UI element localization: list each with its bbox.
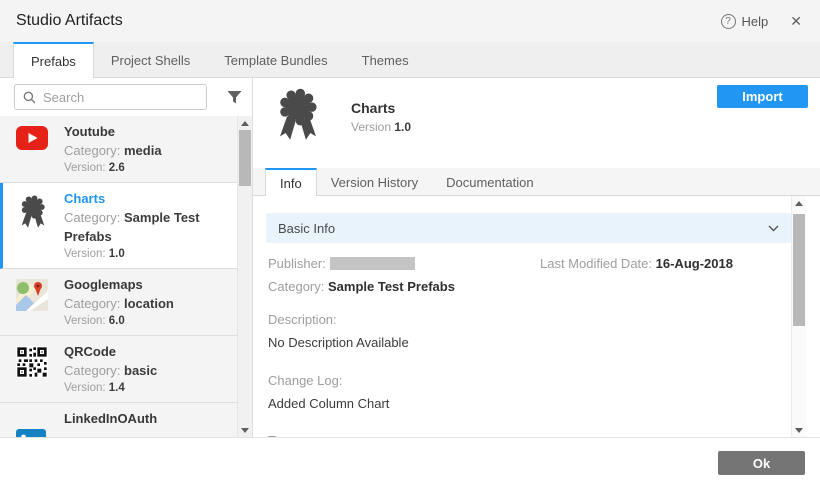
chevron-down-icon: [768, 225, 779, 232]
description-value: No Description Available: [268, 335, 789, 351]
help-icon: ?: [721, 14, 736, 29]
description-label: Description:: [268, 312, 789, 328]
tab-template-bundles[interactable]: Template Bundles: [207, 42, 344, 77]
category-value: Sample Test Prefabs: [328, 279, 455, 294]
detail-scrollbar[interactable]: [791, 196, 806, 437]
last-modified-label: Last Modified Date:: [540, 256, 652, 271]
changelog-label: Change Log:: [268, 373, 789, 389]
tab-documentation[interactable]: Documentation: [432, 168, 547, 195]
detail-version: Version 1.0: [351, 120, 411, 134]
studio-artifacts-dialog: Studio Artifacts ? Help ✕ Prefabs Projec…: [0, 0, 820, 488]
help-button[interactable]: ? Help: [721, 14, 769, 29]
tab-version-history[interactable]: Version History: [317, 168, 432, 195]
item-category: Category: Sample Test Prefabs: [64, 208, 224, 246]
ok-button[interactable]: Ok: [718, 451, 805, 475]
close-icon[interactable]: ✕: [790, 13, 802, 30]
qr-code-icon: [16, 346, 48, 396]
detail-title: Charts: [351, 100, 411, 116]
item-title: Googlemaps: [64, 275, 224, 294]
search-box[interactable]: [14, 84, 207, 110]
search-row: [0, 78, 252, 116]
tab-themes[interactable]: Themes: [345, 42, 426, 77]
list-item-youtube[interactable]: Youtube Category: media Version: 2.6: [0, 116, 237, 183]
google-maps-icon: [16, 279, 48, 329]
scroll-up-icon[interactable]: [238, 116, 252, 130]
item-title: LinkedInOAuth: [64, 409, 224, 428]
scroll-down-icon[interactable]: [792, 423, 806, 437]
scroll-down-icon[interactable]: [238, 423, 252, 437]
detail-body: Basic Info Publisher: Last Modified Date…: [253, 196, 820, 437]
prefab-list: Youtube Category: media Version: 2.6: [0, 116, 252, 437]
ribbon-badge-icon-large: [271, 86, 325, 144]
detail-scroll-thumb[interactable]: [793, 214, 805, 326]
last-modified-value: 16-Aug-2018: [656, 256, 733, 271]
tab-info[interactable]: Info: [265, 168, 317, 196]
detail-tabbar: Info Version History Documentation: [253, 168, 820, 196]
item-version: Version: 2.6: [64, 160, 224, 176]
sidebar-scroll-thumb[interactable]: [239, 130, 251, 186]
publisher-value-redacted: [330, 257, 415, 270]
item-title: Charts: [64, 189, 224, 208]
main-tabbar: Prefabs Project Shells Template Bundles …: [0, 42, 820, 78]
item-category: Category: location: [64, 294, 224, 313]
linkedin-icon: [16, 429, 48, 437]
search-input[interactable]: [43, 90, 198, 105]
list-item-charts[interactable]: Charts Category: Sample Test Prefabs Ver…: [0, 183, 237, 269]
basic-info-section-header[interactable]: Basic Info: [266, 213, 791, 243]
item-title: Youtube: [64, 122, 224, 141]
list-item-qrcode[interactable]: QRCode Category: basic Version: 1.4: [0, 336, 237, 403]
basic-info-fields: Publisher: Last Modified Date: 16-Aug-20…: [266, 243, 791, 437]
search-icon: [23, 91, 36, 104]
scroll-up-icon[interactable]: [792, 196, 806, 210]
tab-project-shells[interactable]: Project Shells: [94, 42, 207, 77]
sidebar: Youtube Category: media Version: 2.6: [0, 78, 253, 437]
detail-header: Charts Version 1.0 Import: [253, 78, 820, 168]
dialog-title: Studio Artifacts: [16, 12, 123, 30]
item-category: Category: media: [64, 141, 224, 160]
import-button[interactable]: Import: [717, 85, 808, 108]
item-version: Version: 1.0: [64, 246, 224, 262]
item-version: Version: 1.4: [64, 380, 224, 396]
help-label: Help: [742, 14, 769, 29]
list-item-linkedinoauth[interactable]: LinkedInOAuth: [0, 403, 237, 437]
sidebar-scrollbar[interactable]: [237, 116, 252, 437]
list-item-googlemaps[interactable]: Googlemaps Category: location Version: 6…: [0, 269, 237, 336]
youtube-icon: [16, 126, 48, 176]
tab-prefabs[interactable]: Prefabs: [13, 42, 94, 78]
footer-bar: Ok: [0, 437, 820, 488]
item-title: QRCode: [64, 342, 224, 361]
section-title: Basic Info: [278, 221, 335, 236]
changelog-value: Added Column Chart: [268, 396, 789, 412]
category-label: Category:: [268, 279, 324, 294]
item-category: Category: basic: [64, 361, 224, 380]
detail-panel: Charts Version 1.0 Import Info Version H…: [253, 78, 820, 437]
ribbon-badge-icon: [16, 193, 48, 262]
item-version: Version: 6.0: [64, 313, 224, 329]
titlebar: Studio Artifacts ? Help ✕: [0, 0, 820, 42]
publisher-label: Publisher:: [268, 256, 326, 271]
filter-icon[interactable]: [227, 90, 242, 105]
